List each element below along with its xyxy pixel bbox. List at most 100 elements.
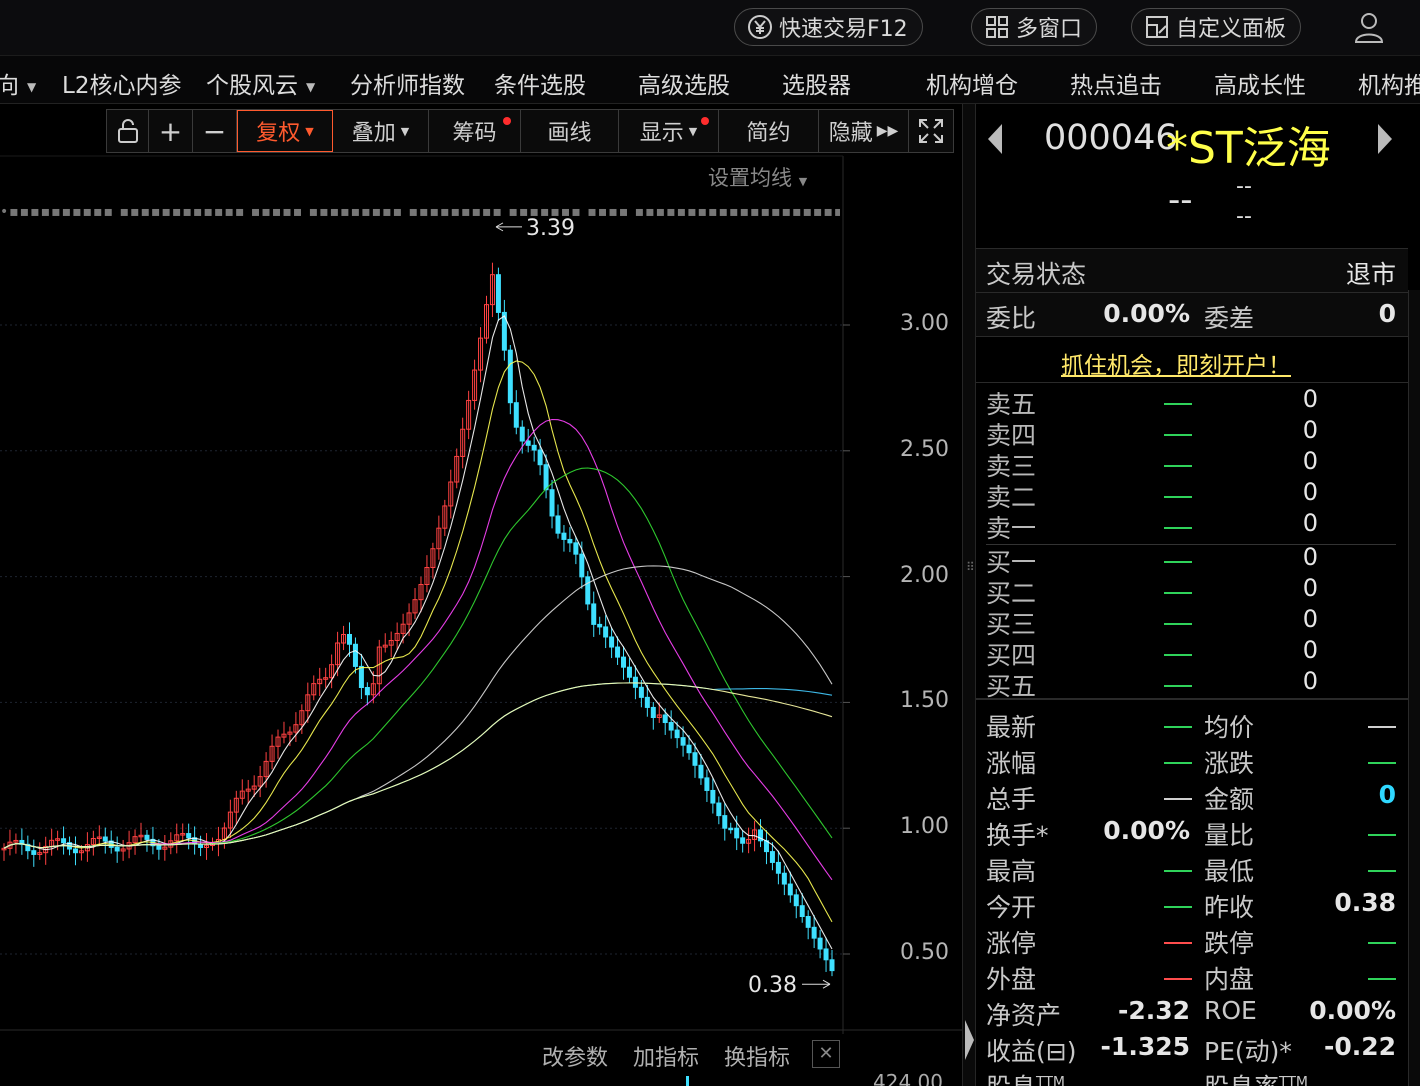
candle-body [495, 274, 501, 313]
candle-body [525, 440, 531, 446]
latest-label: 最新 [986, 713, 1037, 742]
nav-item-high-growth[interactable]: 高成长性 [1214, 66, 1306, 100]
switch-indicator-button[interactable]: 换指标 [724, 1046, 790, 1071]
candle-body [543, 464, 549, 491]
restore-right-button[interactable]: 复权 ▼ [237, 110, 333, 152]
overlay-button[interactable]: 叠加 ▼ [333, 110, 429, 152]
multi-window-label: 多窗口 [1016, 17, 1083, 42]
change-amount: -- [1236, 174, 1252, 199]
change-params-button[interactable]: 改参数 [542, 1046, 608, 1071]
next-stock-icon[interactable] [1376, 122, 1394, 156]
simple-button[interactable]: 简约 [719, 110, 819, 152]
eps-value: -1.325 [1100, 1032, 1190, 1061]
outer-volume-value [1164, 978, 1192, 980]
add-indicator-button[interactable]: 加指标 [633, 1046, 699, 1071]
candle-body [579, 553, 585, 578]
candle-body [621, 656, 627, 668]
nav-item-inst-increase[interactable]: 机构增仓 [926, 66, 1018, 100]
nav-item-inst-recommend[interactable]: 机构推 [1358, 66, 1420, 100]
moving-average-line [3, 418, 833, 881]
draw-line-button[interactable]: 画线 [521, 110, 619, 152]
nav-item-analyst-index[interactable]: 分析师指数 [350, 66, 465, 100]
net-assets-value: -2.32 [1117, 996, 1190, 1025]
kline-chart[interactable]: 3.390.38 [0, 104, 962, 1086]
chevron-down-icon: ▼ [400, 124, 410, 138]
multi-window-button[interactable]: 多窗口 [971, 8, 1098, 46]
candle-body [692, 752, 698, 766]
turnover-value: 0.00% [1103, 816, 1190, 845]
candle-body [561, 532, 567, 540]
display-button[interactable]: 显示 ▼ [619, 110, 719, 152]
order-diff-label: 委差 [1204, 304, 1255, 333]
zoom-out-button[interactable]: − [193, 110, 237, 152]
double-right-icon: ▶▶ [876, 123, 899, 139]
nav-item-direction[interactable]: 向▼ [0, 66, 36, 100]
candle-body [591, 603, 597, 625]
candle-body [823, 948, 829, 961]
bid-1-price [1164, 561, 1192, 563]
eps-label[interactable]: 收益(⊟) [986, 1032, 1076, 1068]
low-price-label: 0.38 [748, 973, 797, 998]
candle-body [722, 815, 728, 829]
candle-body [31, 850, 37, 855]
nav-item-condition-select[interactable]: 条件选股 [494, 66, 586, 100]
candle-body [513, 402, 519, 428]
nav-item-hot-topics[interactable]: 热点追击 [1070, 66, 1162, 100]
dividend-label: 股息TTM [986, 1073, 1065, 1086]
candle-body [358, 665, 364, 689]
collapse-arrow-icon[interactable] [962, 1010, 976, 1070]
close-indicator-button[interactable]: ✕ [812, 1040, 840, 1068]
candle-body [519, 426, 525, 442]
candle-body [674, 729, 680, 739]
unlock-icon-glyph [117, 119, 138, 143]
candle-body [662, 714, 668, 724]
order-book-separator [986, 544, 1396, 545]
candle-body [609, 636, 615, 648]
nav-item-advanced-select[interactable]: 高级选股 [638, 66, 730, 100]
panel-divider[interactable] [962, 104, 976, 1086]
open-account-link[interactable]: 抓住机会，即刻开户！ [1061, 346, 1291, 380]
pe-value: -0.22 [1323, 1032, 1396, 1061]
right-side-panel-edge[interactable] [1408, 290, 1420, 1086]
moving-average-line [3, 467, 833, 849]
outer-volume-label: 外盘 [986, 965, 1037, 994]
open-value [1164, 906, 1192, 908]
candle-body [346, 633, 352, 645]
moving-average-line [3, 682, 833, 849]
candle-body [686, 744, 692, 754]
drag-handle-icon[interactable]: ⠿ [966, 560, 975, 574]
candle-body [114, 846, 120, 852]
candle-body [775, 861, 781, 874]
ma-legend: •▪▪▪▪▪▪▪▪▪▪ ▪▪▪▪▪▪▪▪▪▪▪▪ ▪▪▪▪▪ ▪▪▪▪▪▪▪▪▪… [0, 204, 840, 220]
nav-item-stock-picker[interactable]: 选股器 [782, 66, 851, 100]
prev-stock-icon[interactable] [986, 122, 1004, 156]
change-pct-value [1164, 762, 1192, 764]
indicator-toolbar: 改参数 加指标 换指标 [542, 1040, 808, 1072]
avg-price-label: 均价 [1204, 713, 1255, 742]
limit-down-value [1368, 942, 1396, 944]
bid-4-volume: 0 [1302, 636, 1318, 664]
candle-body [740, 837, 746, 844]
nav-item-stock-news[interactable]: 个股风云 ▼ [206, 66, 315, 100]
stock-name: *ST泛海 [1166, 123, 1331, 174]
latest-value [1164, 726, 1192, 728]
ask-5-volume: 0 [1302, 385, 1318, 413]
candle-body [186, 833, 192, 839]
price-tick-label: 0.50 [900, 940, 949, 965]
ma-setting-button[interactable]: 设置均线 ▼ [708, 162, 807, 192]
candle-body [668, 722, 674, 731]
chevron-down-icon: ▼ [27, 79, 37, 94]
unlock-icon[interactable] [107, 110, 149, 152]
user-icon[interactable] [1352, 10, 1386, 44]
candle-body [626, 666, 632, 678]
ask-2-volume: 0 [1302, 478, 1318, 506]
nav-item-l2[interactable]: L2核心内参 [62, 66, 181, 100]
candle-body [680, 737, 686, 746]
kline-chart-area: 3.39 0.38 + − 复权 ▼ 叠加 ▼ 筹码 画线 显示 ▼ 简约 隐藏 ▶▶ 设… [0, 104, 962, 1086]
zoom-in-button[interactable]: + [149, 110, 193, 152]
chips-button[interactable]: 筹码 [429, 110, 521, 152]
custom-panel-button[interactable]: 自定义面板 [1131, 8, 1302, 46]
quick-trade-button[interactable]: 快速交易F12 [734, 8, 923, 46]
limit-up-label: 涨停 [986, 929, 1037, 958]
total-volume-value [1164, 798, 1192, 800]
